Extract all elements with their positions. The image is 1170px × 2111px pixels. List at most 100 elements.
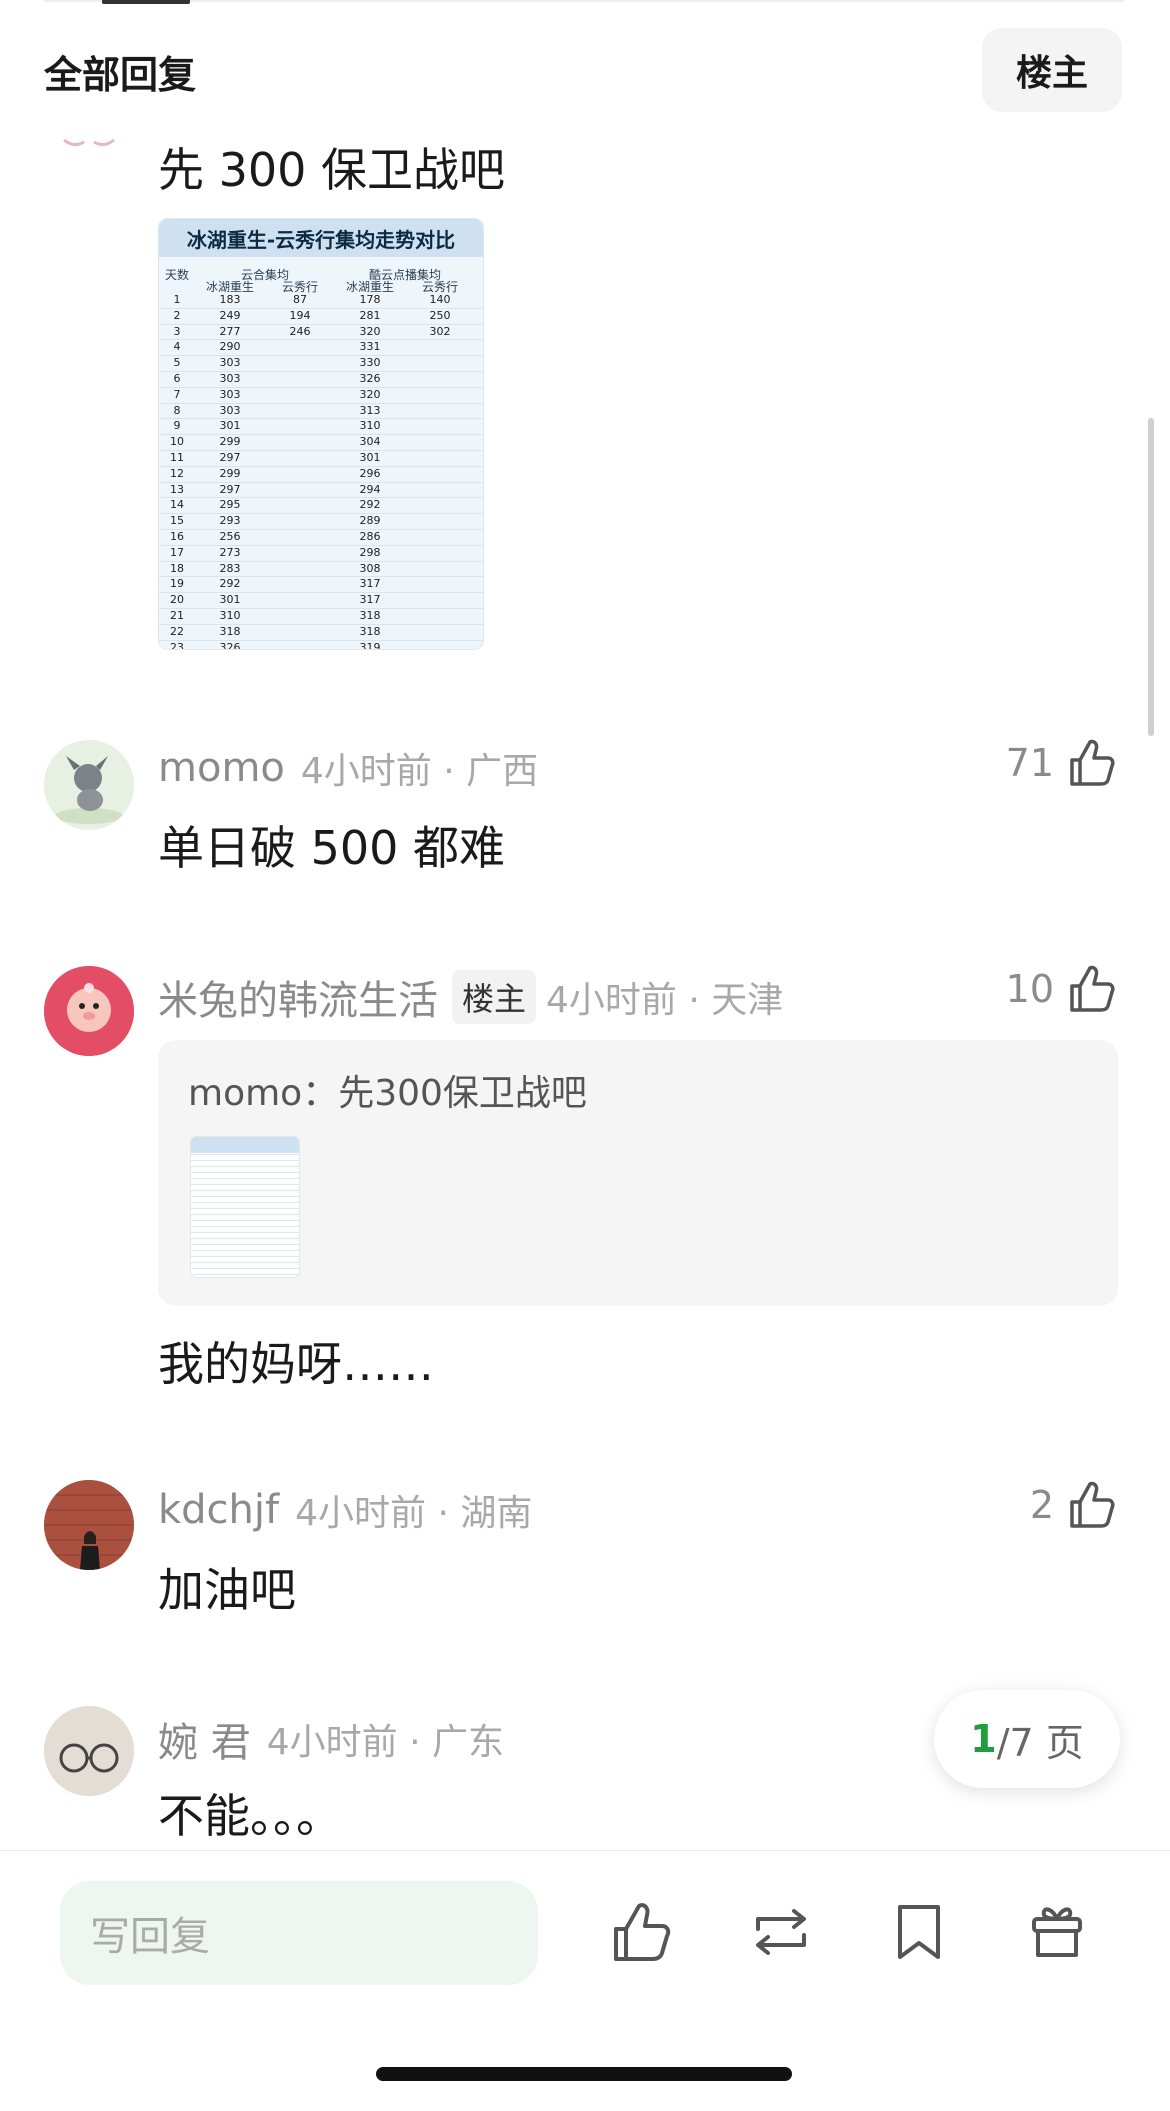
image-table-row: 4 290 331 <box>159 340 483 357</box>
repost-icon[interactable] <box>748 1899 814 1965</box>
image-table-cell <box>405 419 475 434</box>
image-table-cell: 317 <box>359 577 381 591</box>
image-table-row: 12 299 296 <box>159 467 483 483</box>
image-table-cell <box>405 451 475 466</box>
image-table-cell: 303 <box>219 371 241 385</box>
image-table-cell: 183 <box>219 293 241 306</box>
image-table-cell: 3 <box>173 324 181 338</box>
owner-badge: 楼主 <box>452 970 537 1024</box>
image-table-cell: 8 <box>173 403 181 417</box>
image-table-cell: 297 <box>219 450 241 464</box>
image-table-cell <box>265 562 335 577</box>
image-table-cell: 326 <box>359 371 381 385</box>
avatar[interactable] <box>44 1706 134 1796</box>
like-count: 10 <box>1005 967 1054 1011</box>
image-table-cell: 12 <box>170 466 184 480</box>
owner-only-filter-button[interactable]: 楼主 <box>982 28 1122 112</box>
image-table-cell <box>265 467 335 482</box>
comment-text: 单日破 500 都难 <box>158 821 506 875</box>
like-button[interactable]: 71 <box>1006 736 1118 790</box>
avatar[interactable] <box>44 100 134 150</box>
scrollbar[interactable] <box>1148 418 1154 736</box>
image-table-row: 18 283 308 <box>159 562 483 578</box>
image-table-cell <box>405 625 475 640</box>
reply-input[interactable]: 写回复 <box>60 1881 538 1985</box>
top-divider <box>44 0 1124 2</box>
avatar[interactable] <box>44 740 134 830</box>
image-table-cell: 294 <box>359 482 381 496</box>
like-count: 2 <box>1029 1483 1054 1527</box>
avatar[interactable] <box>44 966 134 1056</box>
image-table-cell: 4 <box>173 340 181 354</box>
image-table-cell <box>265 593 335 608</box>
image-table-cell <box>265 514 335 529</box>
page-indicator-button[interactable]: 1/7 页 <box>934 1690 1120 1788</box>
image-table-cell: 320 <box>359 387 381 401</box>
image-table-row: 14 295 292 <box>159 498 483 515</box>
image-table-cell: 2 <box>173 308 181 322</box>
thumbs-up-icon[interactable] <box>608 1899 674 1965</box>
image-table-cell: 310 <box>359 419 381 433</box>
image-table-cell <box>265 372 335 387</box>
current-page: 1 <box>970 1717 997 1761</box>
image-table-row: 9 301 310 <box>159 419 483 436</box>
image-table-cell: 293 <box>219 514 241 528</box>
like-count: 71 <box>1005 741 1054 785</box>
image-table-cell: 18 <box>170 561 184 575</box>
image-table-cell: 19 <box>170 577 184 591</box>
image-table-cell <box>405 356 475 371</box>
image-table-row: 15 293 289 <box>159 514 483 530</box>
image-table-cell: 14 <box>170 498 184 512</box>
image-table-cell: 178 <box>359 293 381 306</box>
image-table-row: 21 310 318 <box>159 609 483 625</box>
image-table-row: 7 303 320 <box>159 388 483 404</box>
image-table-cell: 273 <box>219 545 241 559</box>
image-table-cell <box>265 451 335 466</box>
like-button[interactable]: 2 <box>1030 1478 1118 1532</box>
image-table-cell: 87 <box>293 293 307 306</box>
comment-meta: 4小时前 · 广东 <box>266 1722 504 1763</box>
avatar[interactable] <box>44 1480 134 1570</box>
username[interactable]: 婉 君 <box>158 1710 251 1768</box>
image-table-cell: 22 <box>170 624 184 638</box>
username[interactable]: 米兔的韩流生活 <box>158 968 438 1026</box>
username[interactable]: momo <box>158 745 285 791</box>
comment-text: 不能。。。 <box>158 1789 342 1843</box>
image-table-cell: 15 <box>170 514 184 528</box>
quoted-image-thumbnail[interactable] <box>190 1136 300 1278</box>
image-table-cell: 297 <box>219 482 241 496</box>
image-table-cell: 277 <box>219 324 241 338</box>
image-table-cell <box>405 340 475 355</box>
image-table-cell: 331 <box>359 340 381 354</box>
comment-text: 加油吧 <box>158 1563 296 1617</box>
image-table-row: 5 303 330 <box>159 356 483 372</box>
image-table-cell: 13 <box>170 482 184 496</box>
image-table-cell: 246 <box>289 324 311 338</box>
image-table-cell <box>405 372 475 387</box>
image-table-cell: 299 <box>219 435 241 449</box>
image-table-row: 17 273 298 <box>159 546 483 562</box>
image-table-cell: 140 <box>429 293 451 306</box>
image-table-row: 20 301 317 <box>159 593 483 609</box>
like-button[interactable]: 10 <box>1006 962 1118 1016</box>
image-table-cell: 286 <box>359 529 381 543</box>
image-table-cell: 301 <box>219 593 241 607</box>
bookmark-icon[interactable] <box>886 1899 952 1965</box>
gift-icon[interactable] <box>1024 1897 1090 1963</box>
image-table-cell: 9 <box>173 419 181 433</box>
quoted-reply[interactable]: momo：先300保卫战吧 <box>158 1040 1118 1306</box>
image-table-cell: 281 <box>359 308 381 322</box>
image-table-cell: 21 <box>170 608 184 622</box>
image-table-cell <box>405 388 475 403</box>
image-table-cell: 301 <box>359 450 381 464</box>
image-table-cell <box>405 577 475 592</box>
image-table-cell: 330 <box>359 356 381 370</box>
image-table-cell: 313 <box>359 403 381 417</box>
image-table-row: 2 249 194 281 250 <box>159 309 483 325</box>
image-table-cell: 292 <box>219 577 241 591</box>
home-indicator <box>376 2067 792 2081</box>
image-table-cell: 303 <box>219 387 241 401</box>
image-table-cell: 292 <box>359 498 381 512</box>
attached-image[interactable]: 冰湖重生-云秀行集均走势对比 天数 云合集均 酷云点播集均 冰湖重生 云秀行 冰… <box>158 218 484 650</box>
username[interactable]: kdchjf <box>158 1487 279 1533</box>
